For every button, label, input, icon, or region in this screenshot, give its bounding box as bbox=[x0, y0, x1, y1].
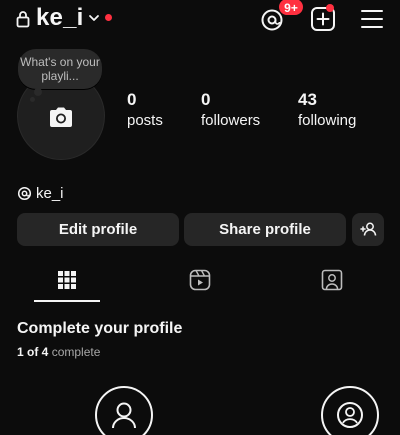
progress-suffix: complete bbox=[51, 345, 101, 359]
person-icon bbox=[112, 402, 136, 429]
profile-header: ke_i 9+ bbox=[0, 0, 400, 40]
discover-people-button[interactable] bbox=[352, 213, 384, 246]
stat-posts-count: 0 bbox=[127, 90, 137, 109]
menu-icon[interactable] bbox=[360, 8, 384, 30]
tab-posts-grid[interactable] bbox=[7, 264, 127, 302]
stat-followers-label: followers bbox=[201, 112, 261, 129]
stat-posts[interactable]: 0 posts bbox=[127, 90, 163, 129]
stat-following[interactable]: 43 following bbox=[298, 90, 356, 129]
add-photo-card-icon[interactable] bbox=[321, 386, 379, 435]
lock-icon bbox=[16, 11, 30, 28]
complete-profile-progress: 1 of 4 complete bbox=[17, 345, 100, 359]
stat-following-count: 43 bbox=[298, 90, 317, 109]
active-tab-indicator bbox=[34, 300, 100, 302]
tab-reels[interactable] bbox=[140, 264, 260, 302]
edit-profile-button[interactable]: Edit profile bbox=[17, 213, 179, 246]
stat-followers[interactable]: 0 followers bbox=[201, 90, 260, 129]
profile-photo-icon bbox=[337, 402, 363, 428]
stat-following-label: following bbox=[298, 112, 357, 129]
complete-profile-title: Complete your profile bbox=[17, 320, 183, 337]
note-tail-small bbox=[30, 97, 35, 102]
reels-icon bbox=[189, 269, 211, 291]
username-title[interactable]: ke_i bbox=[36, 4, 84, 32]
create-notification-dot bbox=[326, 4, 334, 12]
notification-badge: 9+ bbox=[278, 0, 304, 16]
note-bubble[interactable]: What's on your playli... bbox=[18, 49, 102, 89]
tab-tagged[interactable] bbox=[273, 264, 393, 302]
camera-icon[interactable] bbox=[48, 106, 74, 128]
chevron-down-icon[interactable] bbox=[88, 12, 100, 24]
threads-small-icon bbox=[17, 186, 32, 200]
account-notification-dot bbox=[105, 14, 112, 21]
threads-username: ke_i bbox=[36, 184, 64, 202]
progress-count: 1 of 4 bbox=[17, 345, 49, 359]
stat-posts-label: posts bbox=[127, 112, 163, 129]
add-person-icon bbox=[360, 222, 377, 236]
threads-profile-link[interactable]: ke_i bbox=[17, 184, 64, 202]
share-profile-button[interactable]: Share profile bbox=[184, 213, 346, 246]
grid-icon bbox=[58, 271, 76, 289]
add-name-card-icon[interactable] bbox=[95, 386, 153, 435]
stat-followers-count: 0 bbox=[201, 90, 211, 109]
note-tail bbox=[34, 88, 42, 96]
tagged-icon bbox=[321, 269, 343, 291]
